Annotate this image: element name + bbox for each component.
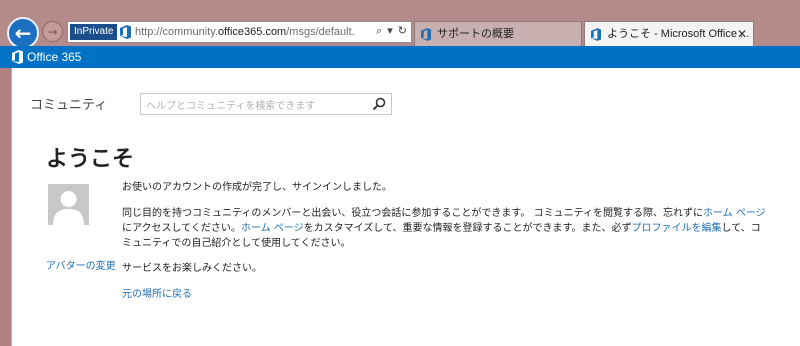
change-avatar-link[interactable]: アバターの変更 [46,257,116,272]
enjoy-message: サービスをお楽しみください。 [122,263,262,274]
dropdown-icon[interactable]: ▾ [387,24,393,38]
user-silhouette-icon [53,191,84,225]
community-intro-message: 同じ目的を持つコミュニティのメンバーと出会い、役立つ会話に参加することができます… [122,208,766,249]
search-input[interactable]: ヘルプとコミュニティを検索できます [140,93,392,115]
home-page-link[interactable]: ホーム ページ [703,208,766,219]
search-placeholder: ヘルプとコミュニティを検索できます [146,101,316,112]
back-button[interactable]: ← [7,17,39,49]
inprivate-badge: InPrivate [70,24,118,40]
search-icon[interactable]: ⌕ [376,24,382,38]
account-created-message: お使いのアカウントの作成が完了し、サインインしました。 [122,182,392,193]
forward-button[interactable]: → [42,21,63,42]
office-logo-icon [12,50,23,64]
page-content: コミュニティ ヘルプとコミュニティを検索できます ようこそ アバターの変更 お使… [11,68,800,346]
return-link[interactable]: 元の場所に戻る [122,285,192,300]
edit-profile-link[interactable]: プロファイルを編集 [632,223,722,234]
tab-label: ようこそ - Microsoft Office ... [607,28,750,40]
back-arrow-icon: ← [14,21,32,45]
page-title: ようこそ [46,147,135,172]
close-icon[interactable]: ✕ [737,22,747,46]
forward-arrow-icon: → [47,24,58,39]
url-text: http://community.office365.com/msgs/defa… [135,26,355,38]
search-icon[interactable] [372,97,386,111]
office365-suite-bar: Office 365 [0,46,800,68]
community-title: コミュニティ [30,98,108,113]
home-page-link[interactable]: ホーム ページ [241,223,304,234]
address-bar[interactable]: InPrivate http://community.office365.com… [67,21,412,43]
office-logo-icon [120,25,131,39]
browser-chrome: ← → InPrivate http://community.office365… [0,0,800,49]
suite-brand-label[interactable]: Office 365 [27,49,81,65]
tab-welcome[interactable]: ようこそ - Microsoft Office ... ✕ [584,21,754,46]
refresh-icon[interactable]: ↻ [398,24,407,38]
tab-support-overview[interactable]: サポートの概要 [414,21,582,46]
avatar [48,184,89,225]
office-logo-icon [421,28,431,41]
office-logo-icon [591,28,601,41]
tab-label: サポートの概要 [437,28,514,40]
address-bar-actions: ⌕ ▾ ↻ [376,24,407,38]
